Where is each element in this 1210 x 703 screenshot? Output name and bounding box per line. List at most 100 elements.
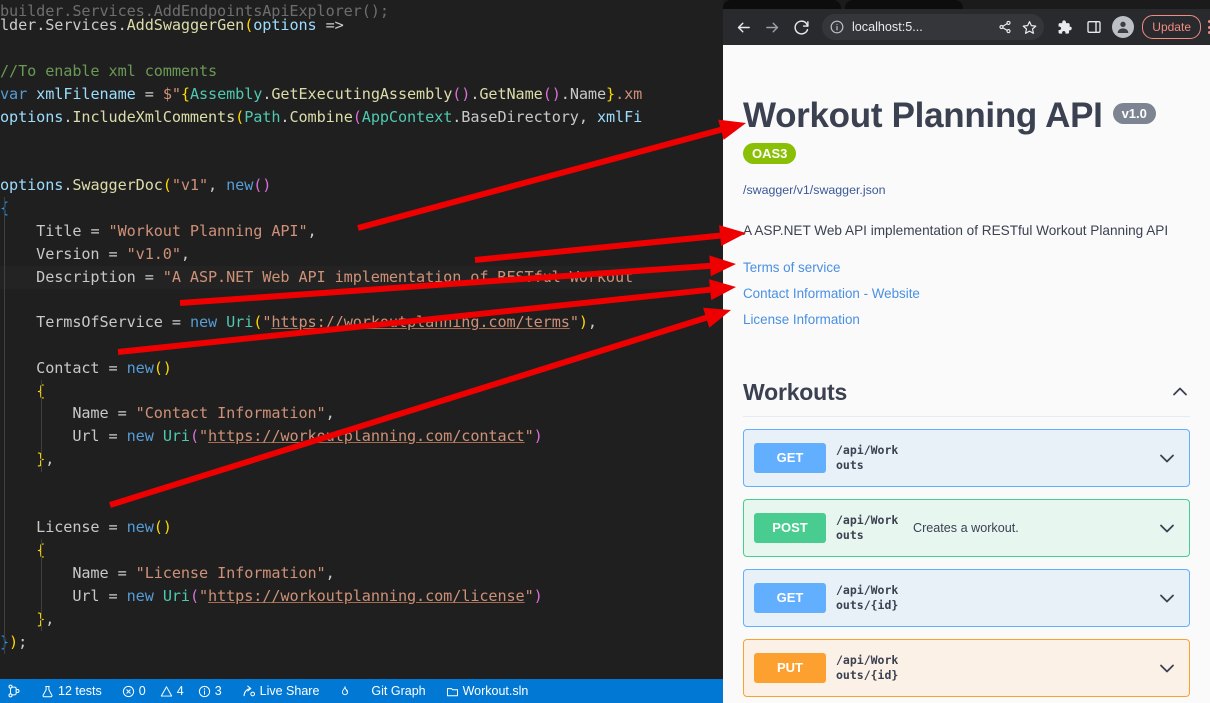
code-token: , [588, 313, 597, 331]
operation-row-post[interactable]: POST/api/WorkoutsCreates a workout. [743, 499, 1190, 557]
chevron-up-icon[interactable] [1170, 382, 1190, 402]
warning-icon [160, 685, 173, 698]
code-token: , [45, 450, 54, 468]
oas-badge-row: OAS3 [743, 135, 1190, 164]
status-bar-item-label: 0 [139, 684, 146, 698]
chevron-down-icon[interactable] [1157, 658, 1177, 678]
operation-row-get[interactable]: GET/api/Workouts/{id} [743, 569, 1190, 627]
status-bar-item-0[interactable]: 0 [115, 679, 153, 703]
status-bar-item-workout-sln[interactable]: Workout.sln [439, 679, 536, 703]
code-token: BaseDirectory [461, 108, 579, 126]
code-line: options.SwaggerDoc("v1", new() [0, 174, 723, 197]
site-info-icon[interactable] [828, 18, 846, 36]
status-bar-item-label: 12 tests [58, 684, 102, 698]
code-token: ( [163, 176, 172, 194]
code-token [0, 450, 36, 468]
operation-row-put[interactable]: PUT/api/Workouts/{id} [743, 639, 1190, 697]
side-panel-button[interactable] [1080, 14, 1107, 41]
status-bar-item-live-share[interactable]: Live Share [235, 679, 327, 703]
chevron-down-icon[interactable] [1157, 518, 1177, 538]
code-line: Description = "A ASP.NET Web API impleme… [0, 266, 723, 289]
status-bar-item-4[interactable]: 4 [153, 679, 191, 703]
code-token: . [36, 16, 45, 34]
code-token: ) [9, 633, 18, 651]
tag-header[interactable]: Workouts [743, 379, 1190, 417]
code-line: TermsOfService = new Uri("https://workou… [0, 311, 723, 334]
code-token: . [452, 108, 461, 126]
code-line: Url = new Uri("https://workoutplanning.c… [0, 425, 723, 448]
code-token: . [118, 16, 127, 34]
code-token: = [118, 404, 136, 422]
code-token: = [118, 564, 136, 582]
code-editor-surface[interactable]: builder.Services.AddEndpointsApiExplorer… [0, 0, 723, 665]
license-information-link[interactable]: License Information [743, 312, 1190, 327]
code-token: License [0, 518, 109, 536]
code-token: = [109, 359, 127, 377]
code-token: Title [0, 222, 90, 240]
swagger-ui-page: Workout Planning API v1.0 OAS3 /swagger/… [723, 45, 1210, 703]
address-bar-url: localhost:5... [852, 20, 990, 34]
operation-summary: Creates a workout. [899, 521, 1157, 535]
code-token: https://workoutplanning.com/terms [271, 313, 569, 331]
http-method-badge: GET [754, 443, 826, 473]
contact-information-link[interactable]: Contact Information - Website [743, 286, 1190, 301]
terms-of-service-link[interactable]: Terms of service [743, 260, 1190, 275]
api-info-links: Terms of service Contact Information - W… [743, 260, 1190, 327]
http-method-badge: PUT [754, 653, 826, 683]
status-bar-item-flame[interactable] [332, 679, 358, 703]
code-token: " [262, 313, 271, 331]
operation-row-get[interactable]: GET/api/Workouts [743, 429, 1190, 487]
address-bar[interactable]: localhost:5... [822, 14, 1044, 40]
code-token: ( [253, 313, 262, 331]
info-icon [198, 685, 211, 698]
code-token: TermsOfService [0, 313, 172, 331]
status-bar-item-source-control[interactable] [0, 679, 28, 703]
code-token: " [525, 587, 534, 605]
code-token: = [109, 518, 127, 536]
code-token: Name [0, 564, 118, 582]
code-token: $" [163, 85, 181, 103]
profile-avatar[interactable] [1112, 16, 1134, 38]
reload-button[interactable] [788, 14, 815, 41]
code-token: "License Information" [136, 564, 326, 582]
code-line: Contact = new() [0, 357, 723, 380]
status-bar-item-label: 4 [177, 684, 184, 698]
swagger-spec-link[interactable]: /swagger/v1/swagger.json [743, 183, 1190, 197]
api-title-row: Workout Planning API v1.0 [743, 45, 1190, 135]
chevron-down-icon[interactable] [1157, 448, 1177, 468]
code-token: = [109, 427, 127, 445]
code-token [0, 541, 36, 559]
code-line: }, [0, 448, 723, 471]
code-token: . [561, 85, 570, 103]
browser-menu-button[interactable] [1201, 14, 1210, 41]
code-token: " [199, 427, 208, 445]
update-button[interactable]: Update [1142, 15, 1201, 39]
page-title: Workout Planning API [743, 98, 1103, 135]
status-bar-item-12-tests[interactable]: 12 tests [34, 679, 109, 703]
browser-tab-strip[interactable] [723, 0, 1210, 9]
browser-tab[interactable] [723, 0, 841, 9]
code-line: //To enable xml comments [0, 60, 723, 83]
code-token: https://workoutplanning.com/contact [208, 427, 525, 445]
browser-tab[interactable] [845, 0, 963, 9]
share-button[interactable] [996, 18, 1014, 36]
code-token: , [45, 610, 54, 628]
status-bar-item-git-graph[interactable]: Git Graph [364, 679, 432, 703]
chevron-down-icon[interactable] [1157, 588, 1177, 608]
code-token: , [308, 222, 317, 240]
back-button[interactable] [730, 14, 757, 41]
chrome-browser-window: localhost:5... [723, 0, 1210, 703]
forward-button[interactable] [759, 14, 786, 41]
bookmark-button[interactable] [1020, 18, 1038, 36]
code-token: ; [18, 633, 27, 651]
code-token: Services [45, 16, 117, 34]
code-line: Name = "License Information", [0, 562, 723, 585]
code-line: }); [0, 631, 723, 654]
info-circle-icon [830, 20, 844, 34]
status-bar-item-3[interactable]: 3 [191, 679, 229, 703]
http-method-badge: POST [754, 513, 826, 543]
extensions-button[interactable] [1051, 14, 1078, 41]
code-token: options [0, 176, 63, 194]
code-line: Url = new Uri("https://workoutplanning.c… [0, 585, 723, 608]
code-token: new [127, 518, 154, 536]
